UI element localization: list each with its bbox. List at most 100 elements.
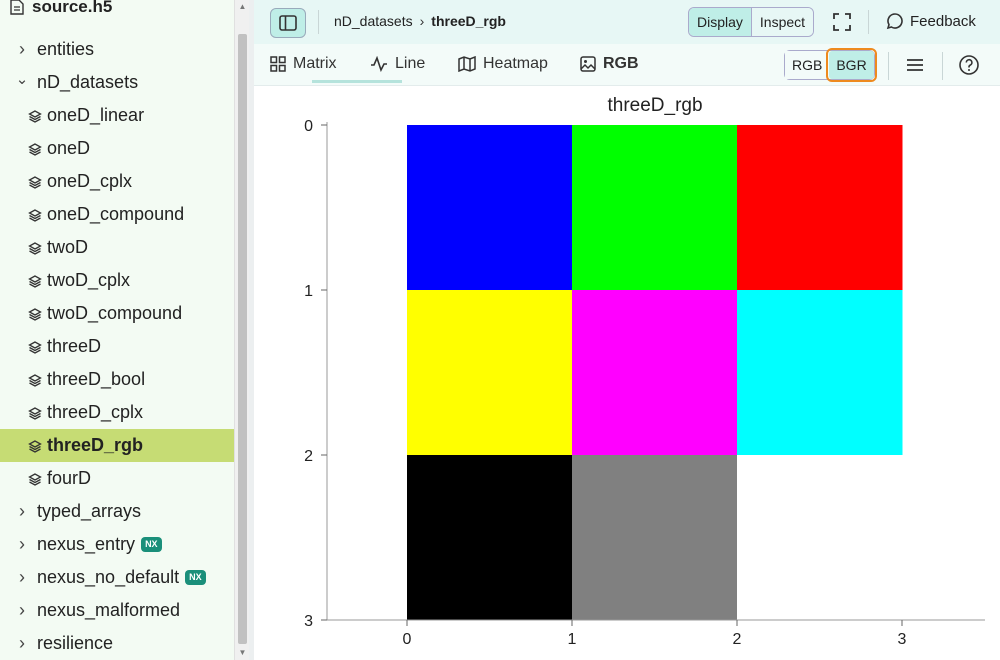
file-icon bbox=[10, 0, 24, 15]
help-icon[interactable] bbox=[958, 54, 980, 76]
sidebar-item-typed-arrays[interactable]: › typed_arrays bbox=[0, 495, 234, 528]
sidebar-item-threed-rgb[interactable]: threeD_rgb bbox=[0, 429, 234, 462]
image-icon bbox=[580, 56, 596, 72]
sidebar-item-resilience[interactable]: › resilience bbox=[0, 627, 234, 660]
tab-heatmap-label: Heatmap bbox=[483, 55, 548, 72]
chevron-right-icon: › bbox=[19, 633, 25, 653]
bgr-button[interactable]: BGR bbox=[826, 48, 877, 82]
tab-rgb-label: RGB bbox=[603, 55, 639, 72]
sidebar-item-label: oneD bbox=[47, 138, 91, 158]
sidebar-item-label: threeD bbox=[47, 336, 102, 356]
feedback-label: Feedback bbox=[910, 12, 976, 30]
sidebar-item-label: fourD bbox=[47, 468, 92, 488]
channel-order-toggle: RGB BGR bbox=[784, 48, 877, 82]
dataset-layers-icon bbox=[28, 208, 42, 222]
plot-title: threeD_rgb bbox=[607, 95, 703, 116]
breadcrumb-current: threeD_rgb bbox=[431, 13, 506, 29]
file-name: source.h5 bbox=[32, 0, 113, 16]
sidebar-item-threed-bool[interactable]: threeD_bool bbox=[0, 363, 234, 396]
chevron-right-icon: › bbox=[19, 534, 25, 554]
sidebar: source.h5 › entities ⌄ nD_datasets oneD_line… bbox=[0, 0, 236, 660]
chevron-down-icon: ⌄ bbox=[15, 70, 29, 88]
dataset-layers-icon bbox=[28, 109, 42, 123]
chevron-right-icon: › bbox=[19, 501, 25, 521]
sidebar-item-oned-cplx[interactable]: oneD_cplx bbox=[0, 165, 234, 198]
breadcrumb: nD_datasets › threeD_rgb bbox=[334, 13, 506, 29]
plot-area bbox=[254, 86, 1000, 660]
sidebar-item-twod[interactable]: twoD bbox=[0, 231, 234, 264]
sidebar-item-threed-cplx[interactable]: threeD_cplx bbox=[0, 396, 234, 429]
chevron-right-icon: › bbox=[19, 600, 25, 620]
toolbar-separator bbox=[888, 52, 889, 80]
breadcrumb-parent[interactable]: nD_datasets bbox=[334, 13, 413, 29]
tab-heatmap[interactable]: Heatmap bbox=[458, 44, 548, 84]
sidebar-item-label: twoD_cplx bbox=[47, 270, 131, 290]
message-icon bbox=[886, 13, 903, 30]
tab-rgb[interactable]: RGB bbox=[580, 44, 639, 84]
dataset-layers-icon bbox=[28, 439, 42, 453]
sidebar-item-label: nexus_no_default bbox=[37, 567, 180, 587]
grid-icon bbox=[270, 56, 286, 72]
fullscreen-icon[interactable] bbox=[832, 12, 852, 32]
sidebar-item-label: nD_datasets bbox=[37, 72, 139, 92]
line-chart-icon bbox=[371, 56, 387, 72]
sidebar-item-label: threeD_cplx bbox=[47, 402, 144, 422]
inspect-mode-button[interactable]: Inspect bbox=[751, 8, 814, 36]
sidebar-item-label: nexus_entry bbox=[37, 534, 136, 554]
display-mode-button[interactable]: Display bbox=[689, 8, 752, 36]
feedback-button[interactable]: Feedback bbox=[886, 12, 976, 30]
sidebar-item-label: nexus_malformed bbox=[37, 600, 181, 620]
sidebar-item-nexus-no-default[interactable]: › nexus_no_default NX bbox=[0, 561, 234, 594]
dataset-layers-icon bbox=[28, 472, 42, 486]
toolbar-separator bbox=[318, 10, 319, 34]
sidebar-toggle-button[interactable] bbox=[270, 8, 306, 38]
sidebar-item-nd-datasets[interactable]: ⌄ nD_datasets bbox=[0, 66, 234, 99]
sidebar-item-twod-compound[interactable]: twoD_compound bbox=[0, 297, 234, 330]
sidebar-item-oned-linear[interactable]: oneD_linear bbox=[0, 99, 234, 132]
file-root[interactable]: source.h5 bbox=[0, 0, 112, 20]
dataset-layers-icon bbox=[28, 373, 42, 387]
sidebar-scrollbar[interactable]: ▲ ▼ bbox=[234, 0, 249, 660]
scroll-thumb[interactable] bbox=[238, 34, 247, 644]
dataset-layers-icon bbox=[28, 307, 42, 321]
dataset-layers-icon bbox=[28, 241, 42, 255]
top-bar: nD_datasets › threeD_rgb Display Inspect… bbox=[254, 0, 1000, 44]
dataset-layers-icon bbox=[28, 142, 42, 156]
sidebar-item-label: threeD_bool bbox=[47, 369, 146, 389]
map-icon bbox=[458, 56, 476, 72]
active-tab-indicator bbox=[312, 80, 402, 83]
chevron-right-icon: › bbox=[419, 13, 425, 29]
toolbar-separator bbox=[868, 10, 869, 34]
dataset-layers-icon bbox=[28, 274, 42, 288]
rgb-button[interactable]: RGB bbox=[785, 51, 830, 79]
app-root: source.h5 › entities ⌄ nD_datasets oneD_line… bbox=[0, 0, 1000, 660]
sidebar-item-threed[interactable]: threeD bbox=[0, 330, 234, 363]
sidebar-item-fourd[interactable]: fourD bbox=[0, 462, 234, 495]
sidebar-item-entities[interactable]: › entities bbox=[0, 33, 234, 66]
sidebar-item-label: twoD_compound bbox=[47, 303, 183, 323]
sidebar-item-label: threeD_rgb bbox=[47, 435, 144, 455]
tab-matrix[interactable]: Matrix bbox=[270, 44, 337, 84]
tab-line[interactable]: Line bbox=[370, 44, 425, 84]
sidebar-item-label: entities bbox=[37, 39, 95, 59]
sidebar-item-label: resilience bbox=[37, 633, 114, 653]
sidebar-item-twod-cplx[interactable]: twoD_cplx bbox=[0, 264, 234, 297]
nx-badge: NX bbox=[185, 570, 206, 585]
sidebar-item-nexus-malformed[interactable]: › nexus_malformed bbox=[0, 594, 234, 627]
sidebar-item-label: oneD_cplx bbox=[47, 171, 133, 191]
dataset-layers-icon bbox=[28, 406, 42, 420]
sidebar-icon bbox=[279, 15, 297, 31]
chevron-right-icon: › bbox=[19, 567, 25, 587]
menu-icon[interactable] bbox=[904, 54, 926, 76]
toolbar-separator bbox=[942, 52, 943, 80]
scroll-up-arrow-icon[interactable]: ▲ bbox=[238, 2, 247, 12]
dataset-layers-icon bbox=[28, 340, 42, 354]
dataset-layers-icon bbox=[28, 175, 42, 189]
sidebar-item-oned-compound[interactable]: oneD_compound bbox=[0, 198, 234, 231]
sidebar-item-nexus-entry[interactable]: › nexus_entry NX bbox=[0, 528, 234, 561]
chevron-right-icon: › bbox=[19, 39, 25, 59]
tab-matrix-label: Matrix bbox=[293, 55, 337, 72]
scroll-down-arrow-icon[interactable]: ▼ bbox=[238, 648, 247, 658]
sidebar-item-oned[interactable]: oneD bbox=[0, 132, 234, 165]
nx-badge: NX bbox=[141, 537, 162, 552]
